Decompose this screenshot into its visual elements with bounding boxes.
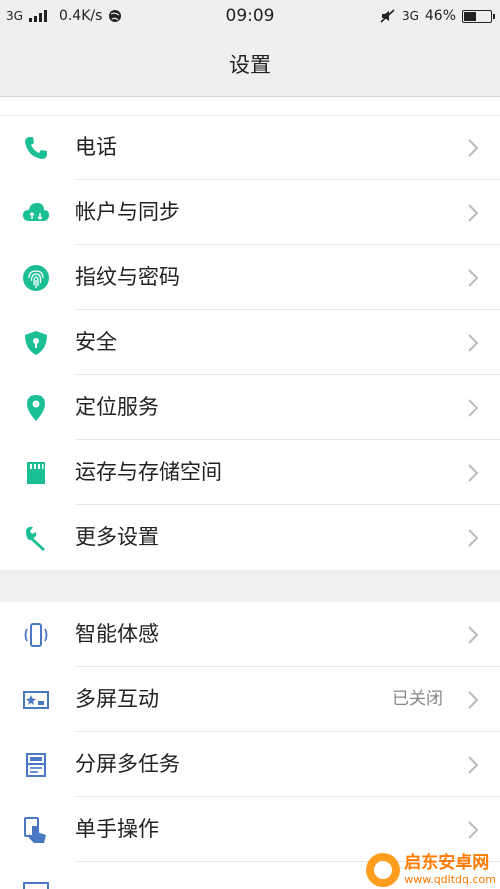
page-title: 设置 (229, 53, 271, 77)
sd-card-icon (27, 462, 45, 484)
section-divider (0, 570, 500, 602)
chevron-right-icon (468, 691, 479, 709)
mute-icon (380, 9, 395, 23)
chevron-right-icon (468, 821, 479, 839)
chevron-right-icon (468, 204, 479, 222)
chevron-right-icon (468, 269, 479, 287)
settings-item-label: 多屏互动 (75, 687, 159, 711)
settings-item-memory-storage[interactable]: 运存与存储空间 (0, 440, 500, 505)
settings-item-label: 分屏多任务 (75, 752, 180, 776)
chevron-right-icon (468, 626, 479, 644)
chevron-right-icon (468, 529, 479, 547)
settings-item-fingerprint[interactable]: 指纹与密码 (0, 245, 500, 310)
settings-item-label: 指纹与密码 (75, 265, 180, 289)
settings-item-location[interactable]: 定位服务 (0, 375, 500, 440)
network-type-right: 3G (401, 9, 419, 23)
settings-item-more-settings[interactable]: 更多设置 (0, 505, 500, 570)
settings-item-label: 定位服务 (75, 395, 159, 419)
settings-item-phone[interactable]: 电话 (0, 115, 500, 180)
settings-item-label: 安全 (75, 330, 117, 354)
chevron-right-icon (468, 756, 479, 774)
phone-icon (25, 137, 47, 159)
watermark-url: www.qdltdq.com (404, 873, 496, 886)
chevron-right-icon (468, 334, 479, 352)
watermark: 启东安卓网 www.qdltdq.com (366, 853, 496, 887)
settings-item-security[interactable]: 安全 (0, 310, 500, 375)
chevron-right-icon (468, 399, 479, 417)
wrench-icon (26, 526, 45, 551)
settings-item-label: 运存与存储空间 (75, 460, 222, 484)
settings-list-primary: 电话 帐户与同步 指纹与密码 安全 定位服务 运存与存储空间 更多设置 (0, 115, 500, 570)
settings-item-split-screen[interactable]: 分屏多任务 (0, 732, 500, 797)
chevron-right-icon (468, 139, 479, 157)
partial-item-icon (23, 882, 49, 889)
partial-list-item (0, 97, 500, 116)
settings-item-label: 帐户与同步 (75, 200, 180, 224)
watermark-logo-icon (366, 853, 401, 887)
cloud-sync-icon (23, 203, 49, 221)
location-pin-icon (27, 395, 45, 421)
fingerprint-icon (23, 265, 49, 291)
phone-motion-icon (24, 623, 48, 647)
title-bar: 设置 (0, 34, 500, 97)
status-value: 已关闭 (392, 689, 443, 709)
settings-item-account-sync[interactable]: 帐户与同步 (0, 180, 500, 245)
settings-item-label: 智能体感 (75, 622, 159, 646)
settings-item-label: 更多设置 (75, 525, 159, 549)
settings-item-multiscreen[interactable]: 多屏互动 已关闭 (0, 667, 500, 732)
split-screen-icon (26, 753, 46, 777)
settings-item-label: 单手操作 (75, 817, 159, 841)
battery-percent: 46% (424, 8, 456, 24)
multiscreen-icon (23, 691, 49, 709)
settings-item-smart-motion[interactable]: 智能体感 (0, 602, 500, 667)
shield-lock-icon (25, 331, 47, 355)
status-bar: 3G 0.4K/s 09:09 3G 46% (0, 0, 500, 34)
watermark-name: 启东安卓网 (404, 853, 490, 873)
settings-item-label: 电话 (75, 135, 117, 159)
settings-list-secondary: 智能体感 多屏互动 已关闭 分屏多任务 单手操作 (0, 602, 500, 862)
chevron-right-icon (468, 464, 479, 482)
one-hand-icon (24, 817, 46, 843)
battery-icon (462, 9, 495, 23)
